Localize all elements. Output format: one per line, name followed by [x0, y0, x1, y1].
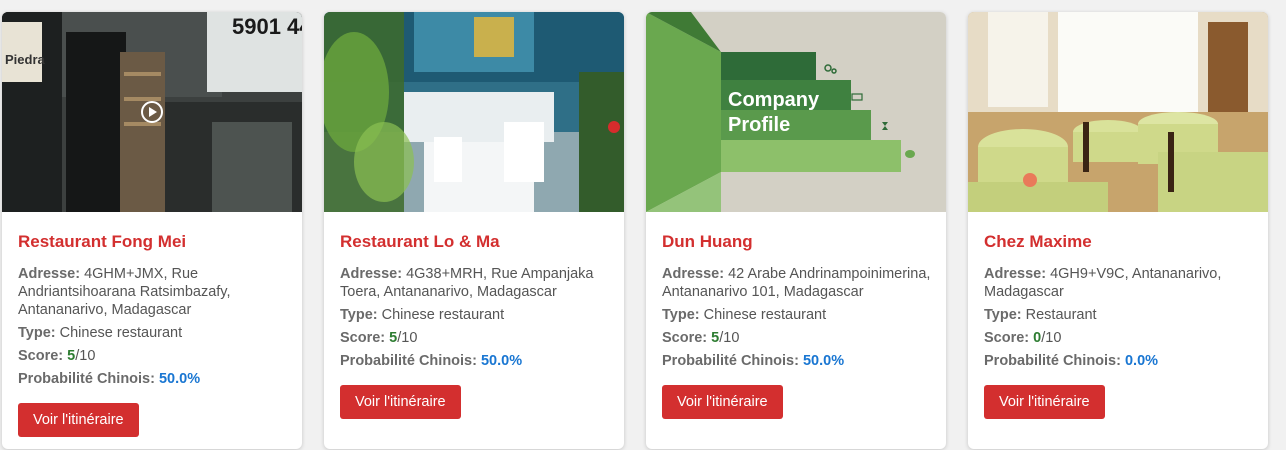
type-value: Chinese restaurant	[59, 325, 183, 341]
probability-value: 0.0%	[1124, 353, 1159, 369]
restaurant-photo[interactable]	[324, 12, 624, 212]
restaurant-name: Dun Huang	[662, 232, 753, 251]
probability-row: Probabilité Chinois: 50.0%	[340, 353, 523, 369]
probability-row: Probabilité Chinois: 0.0%	[984, 353, 1159, 369]
restaurant-photo[interactable]: 5901 4433 Piedra	[2, 12, 302, 212]
sign-number: 5901 4433	[232, 14, 302, 39]
score-row: Score: 5/10	[340, 330, 418, 346]
type-row: Type: Chinese restaurant	[662, 307, 827, 323]
type-row: Type: Restaurant	[984, 307, 1097, 323]
type-row: Type: Chinese restaurant	[18, 325, 183, 341]
restaurant-photo[interactable]: Company Profile	[646, 12, 946, 212]
restaurant-photo[interactable]	[968, 12, 1268, 212]
score-row: Score: 5/10	[18, 348, 96, 364]
graphic-title: Company	[728, 89, 820, 111]
restaurant-card: Restaurant Lo & Ma Adresse: 4G38+MRH, Ru…	[324, 12, 624, 449]
restaurant-name: Restaurant Fong Mei	[18, 232, 187, 251]
chat-icon	[905, 150, 915, 158]
probability-row: Probabilité Chinois: 50.0%	[662, 353, 845, 369]
address-row: Adresse: 4GHM+JMX, Rue Andriantsihoarana…	[18, 266, 231, 318]
itinerary-button[interactable]: Voir l'itinéraire	[662, 385, 783, 419]
type-value: Chinese restaurant	[703, 307, 827, 323]
type-value: Restaurant	[1025, 307, 1097, 323]
score-row: Score: 0/10	[984, 330, 1062, 346]
probability-value: 50.0%	[802, 353, 845, 369]
graphic-subtitle: Profile	[728, 114, 790, 136]
probability-value: 50.0%	[480, 353, 523, 369]
address-row: Adresse: 42 Arabe Andrinampoinimerina, A…	[662, 266, 931, 300]
restaurant-card: Company Profile Dun Huang Adresse: 42 Ar…	[646, 12, 946, 449]
restaurant-name: Restaurant Lo & Ma	[340, 232, 500, 251]
address-row: Adresse: 4G38+MRH, Rue Ampanjaka Toera, …	[340, 266, 594, 300]
score-row: Score: 5/10	[662, 330, 740, 346]
probability-value: 50.0%	[158, 371, 201, 387]
restaurant-card: Chez Maxime Adresse: 4GH9+V9C, Antananar…	[968, 12, 1268, 449]
itinerary-button[interactable]: Voir l'itinéraire	[984, 385, 1105, 419]
itinerary-button[interactable]: Voir l'itinéraire	[340, 385, 461, 419]
sign-name: Piedra	[5, 52, 46, 67]
type-row: Type: Chinese restaurant	[340, 307, 505, 323]
probability-row: Probabilité Chinois: 50.0%	[18, 371, 201, 387]
restaurant-card: 5901 4433 Piedra Restaurant Fong Mei Adr…	[2, 12, 302, 449]
restaurant-name: Chez Maxime	[984, 232, 1092, 251]
itinerary-button[interactable]: Voir l'itinéraire	[18, 403, 139, 437]
address-row: Adresse: 4GH9+V9C, Antananarivo, Madagas…	[984, 266, 1222, 300]
type-value: Chinese restaurant	[381, 307, 505, 323]
